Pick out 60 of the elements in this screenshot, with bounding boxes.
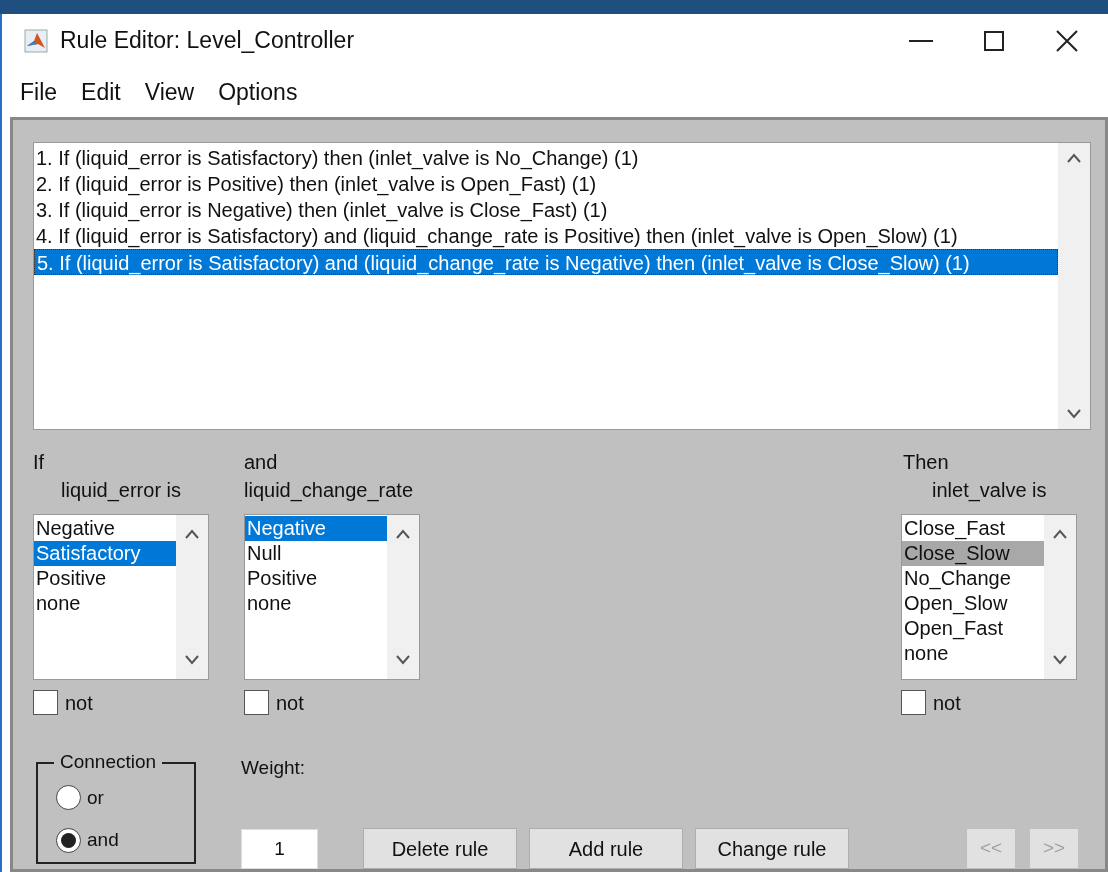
menu-item[interactable]: File bbox=[8, 74, 70, 110]
checkbox-label: not bbox=[933, 690, 961, 716]
checkbox-label: not bbox=[276, 690, 304, 716]
list-option[interactable]: Null bbox=[245, 540, 387, 566]
action-button[interactable]: Delete rule bbox=[363, 828, 517, 869]
menu-item[interactable]: View bbox=[132, 74, 207, 110]
list-option[interactable]: Close_Slow bbox=[902, 540, 1044, 566]
option-list[interactable]: Close_Fast Close_Slow No_Change Open_Slow Open_Fast none bbox=[901, 513, 1077, 680]
option-list[interactable]: Negative Null Positive none bbox=[244, 513, 420, 680]
radio-label: or bbox=[87, 785, 104, 810]
variable-label: liquid_error is bbox=[61, 477, 182, 504]
menu-item[interactable]: Options bbox=[206, 74, 310, 110]
close-icon[interactable] bbox=[1056, 29, 1078, 52]
rule-list[interactable] bbox=[33, 141, 1091, 430]
variable-label: liquid_change_rate bbox=[244, 477, 414, 504]
clause-heading: and bbox=[244, 449, 278, 475]
scroll-up-icon[interactable] bbox=[1066, 152, 1082, 163]
variable-label: inlet_valve is bbox=[932, 477, 1047, 504]
list-option[interactable]: Negative bbox=[245, 515, 387, 541]
scroll-up-icon[interactable] bbox=[395, 528, 411, 539]
rule-row[interactable]: 1. If (liquid_error is Satisfactory) then (inlet_valve is No_Change) (1) bbox=[34, 144, 1058, 171]
window-title: Rule Editor: Level_Controller bbox=[60, 26, 355, 56]
scroll-down-icon[interactable] bbox=[1052, 654, 1068, 665]
list-option[interactable]: No_Change bbox=[902, 565, 1044, 591]
list-option[interactable]: Negative bbox=[34, 515, 176, 541]
list-option[interactable]: Positive bbox=[34, 565, 176, 591]
clause-heading: If bbox=[33, 449, 45, 475]
rule-row[interactable]: 2. If (liquid_error is Positive) then (inlet_valve is Open_Fast) (1) bbox=[34, 170, 1058, 197]
menu-item[interactable]: Edit bbox=[69, 74, 133, 110]
maximize-icon[interactable] bbox=[984, 30, 1004, 51]
action-button[interactable]: Change rule bbox=[695, 828, 849, 869]
option-list[interactable]: Negative Satisfactory Positive none bbox=[33, 513, 209, 680]
list-option[interactable]: none bbox=[34, 590, 176, 616]
scroll-down-icon[interactable] bbox=[184, 654, 200, 665]
checkbox-label: not bbox=[65, 690, 93, 716]
list-option[interactable]: Open_Fast bbox=[902, 615, 1044, 641]
list-option[interactable]: Close_Fast bbox=[902, 515, 1044, 541]
clause-heading: Then bbox=[903, 449, 949, 475]
radio-label: and bbox=[87, 828, 119, 852]
list-option[interactable]: none bbox=[245, 590, 387, 616]
list-option[interactable]: none bbox=[902, 640, 1044, 666]
rule-row[interactable]: 4. If (liquid_error is Satisfactory) and (liquid_change_rate is Positive) then (inlet_valve is Open_Slow) (1) bbox=[34, 222, 1058, 249]
list-option[interactable]: Positive bbox=[245, 565, 387, 591]
radio-button[interactable] bbox=[56, 785, 81, 811]
checkbox[interactable] bbox=[901, 690, 926, 715]
scroll-up-icon[interactable] bbox=[1052, 528, 1068, 539]
checkbox[interactable] bbox=[33, 690, 58, 715]
scroll-down-icon[interactable] bbox=[1066, 408, 1082, 419]
weight-field[interactable]: 1 bbox=[241, 828, 318, 869]
action-button[interactable]: Add rule bbox=[529, 828, 683, 869]
list-option[interactable]: Open_Slow bbox=[902, 590, 1044, 616]
radio-button[interactable] bbox=[56, 827, 81, 853]
checkbox[interactable] bbox=[244, 690, 269, 715]
scroll-down-icon[interactable] bbox=[395, 654, 411, 665]
list-option[interactable]: Satisfactory bbox=[34, 540, 176, 566]
rule-row[interactable]: 3. If (liquid_error is Negative) then (inlet_valve is Close_Fast) (1) bbox=[34, 196, 1058, 223]
weight-label: Weight: bbox=[241, 755, 307, 780]
app-icon bbox=[24, 28, 48, 53]
scroll-up-icon[interactable] bbox=[184, 528, 200, 539]
rule-row[interactable]: 5. If (liquid_error is Satisfactory) and (liquid_change_rate is Negative) then (inlet_valve is Close_Slow) (1) bbox=[34, 248, 1058, 275]
